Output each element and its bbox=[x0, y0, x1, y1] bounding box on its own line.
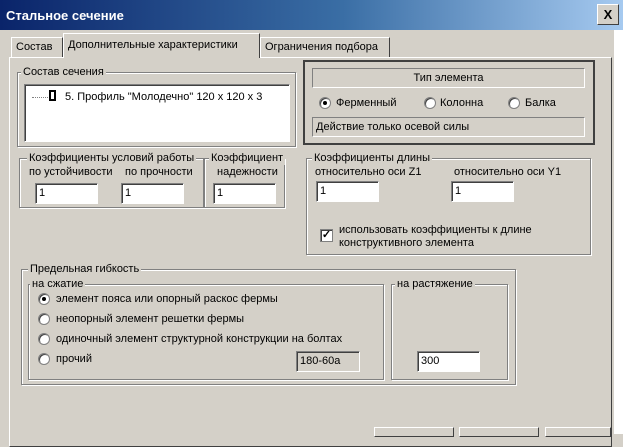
slenderness-legend: Предельная гибкость bbox=[28, 263, 142, 276]
radio-beam-label: Балка bbox=[525, 97, 556, 109]
checkbox-label-line1: использовать коэффициенты к длине bbox=[339, 224, 532, 236]
radio-non-support-lattice[interactable] bbox=[38, 313, 50, 325]
checkbox-label-line2: конструктивного элемента bbox=[339, 237, 474, 249]
reliability-legend: Коэффициент bbox=[209, 152, 286, 165]
reliability-legend-line2: надежности bbox=[217, 166, 278, 178]
stability-label: по устойчивости bbox=[29, 166, 113, 178]
radio-truss[interactable] bbox=[319, 97, 331, 109]
work-conditions-legend: Коэффициенты условий работы bbox=[27, 152, 197, 165]
tab-label: Дополнительные характеристики bbox=[68, 39, 238, 51]
radio-chord-or-support-brace[interactable] bbox=[38, 293, 50, 305]
tension-legend: на растяжение bbox=[395, 278, 475, 291]
tab-selection-limits[interactable]: Ограничения подбора bbox=[260, 37, 390, 57]
z1-input[interactable]: 1 bbox=[316, 181, 379, 202]
composition-list[interactable]: 5. Профиль "Молодечно" 120 x 120 x 3 bbox=[24, 84, 290, 142]
close-button[interactable]: X bbox=[597, 4, 619, 25]
composition-legend: Состав сечения bbox=[21, 66, 106, 79]
background-strip bbox=[614, 30, 623, 434]
strength-input[interactable]: 1 bbox=[121, 183, 184, 204]
radio-single-bolted-structural[interactable] bbox=[38, 333, 50, 345]
reliability-input[interactable]: 1 bbox=[213, 183, 276, 204]
tree-line bbox=[32, 97, 48, 98]
dialog-button[interactable] bbox=[459, 427, 539, 437]
profile-icon bbox=[49, 90, 56, 101]
element-type-frame: Тип элемента Ферменный Колонна Балка Дей… bbox=[303, 60, 595, 145]
tab-label: Ограничения подбора bbox=[265, 41, 379, 53]
use-element-length-checkbox[interactable]: ✓ bbox=[320, 229, 333, 242]
radio-bolted-label: одиночный элемент структурной конструкци… bbox=[56, 333, 343, 345]
other-value-field: 180-60a bbox=[296, 351, 360, 372]
radio-other[interactable] bbox=[38, 353, 50, 365]
element-type-header: Тип элемента bbox=[312, 68, 585, 88]
tab-label: Состав bbox=[16, 41, 53, 53]
tab-additional-characteristics[interactable]: Дополнительные характеристики bbox=[63, 33, 260, 58]
element-type-status: Действие только осевой силы bbox=[312, 117, 585, 137]
radio-lattice-label: неопорный элемент решетки фермы bbox=[56, 313, 245, 325]
radio-column-label: Колонна bbox=[440, 97, 484, 109]
compression-legend: на сжатие bbox=[30, 278, 86, 291]
stability-input[interactable]: 1 bbox=[35, 183, 98, 204]
radio-chord-label: элемент пояса или опорный раскос фермы bbox=[56, 293, 278, 305]
list-item[interactable]: 5. Профиль "Молодечно" 120 x 120 x 3 bbox=[65, 91, 262, 104]
strength-label: по прочности bbox=[125, 166, 193, 178]
radio-truss-label: Ферменный bbox=[336, 97, 397, 109]
element-type-header-label: Тип элемента bbox=[413, 72, 484, 84]
y1-label: относительно оси Y1 bbox=[454, 166, 562, 178]
tab-composition[interactable]: Состав bbox=[11, 37, 63, 57]
tension-input[interactable]: 300 bbox=[417, 351, 480, 372]
element-type-status-text: Действие только осевой силы bbox=[316, 121, 470, 133]
radio-other-label: прочий bbox=[56, 353, 92, 365]
title-bar: Стальное сечение X bbox=[0, 0, 623, 30]
z1-label: относительно оси Z1 bbox=[315, 166, 422, 178]
window-title: Стальное сечение bbox=[6, 8, 124, 23]
radio-beam[interactable] bbox=[508, 97, 520, 109]
y1-input[interactable]: 1 bbox=[451, 181, 514, 202]
length-coefficients-legend: Коэффициенты длины bbox=[312, 152, 432, 165]
radio-column[interactable] bbox=[424, 97, 436, 109]
dialog-button[interactable] bbox=[545, 427, 611, 437]
dialog-button[interactable] bbox=[374, 427, 454, 437]
